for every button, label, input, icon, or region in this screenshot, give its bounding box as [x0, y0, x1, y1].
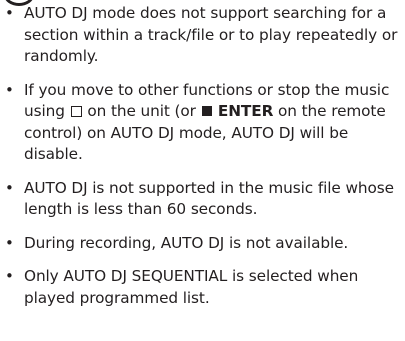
- note-text-part2: on the unit (or: [82, 102, 201, 120]
- list-item: • If you move to other functions or stop…: [4, 80, 400, 166]
- bullet-icon: •: [5, 4, 14, 22]
- list-item: • During recording, AUTO DJ is not avail…: [4, 233, 400, 255]
- bullet-icon: •: [5, 178, 14, 197]
- note-text: During recording, AUTO DJ is not availab…: [24, 233, 349, 252]
- list-item: • AUTO DJ is not supported in the music …: [4, 178, 400, 221]
- note-text: Only AUTO DJ SEQUENTIAL is selected when…: [24, 267, 359, 307]
- bullet-icon: •: [5, 233, 14, 252]
- list-item: • Only AUTO DJ SEQUENTIAL is selected wh…: [4, 266, 400, 309]
- bullet-icon: •: [5, 80, 14, 99]
- stop-square-icon: [70, 106, 82, 117]
- note-text: AUTO DJ mode does not support searching …: [24, 4, 398, 65]
- bullet-icon: •: [5, 267, 14, 285]
- note-text: AUTO DJ is not supported in the music fi…: [24, 178, 394, 219]
- enter-label: ENTER: [212, 102, 274, 120]
- notes-list: • AUTO DJ mode does not support searchin…: [4, 3, 400, 309]
- stop-filled-square-icon: [201, 106, 212, 116]
- list-item: • AUTO DJ mode does not support searchin…: [4, 3, 400, 68]
